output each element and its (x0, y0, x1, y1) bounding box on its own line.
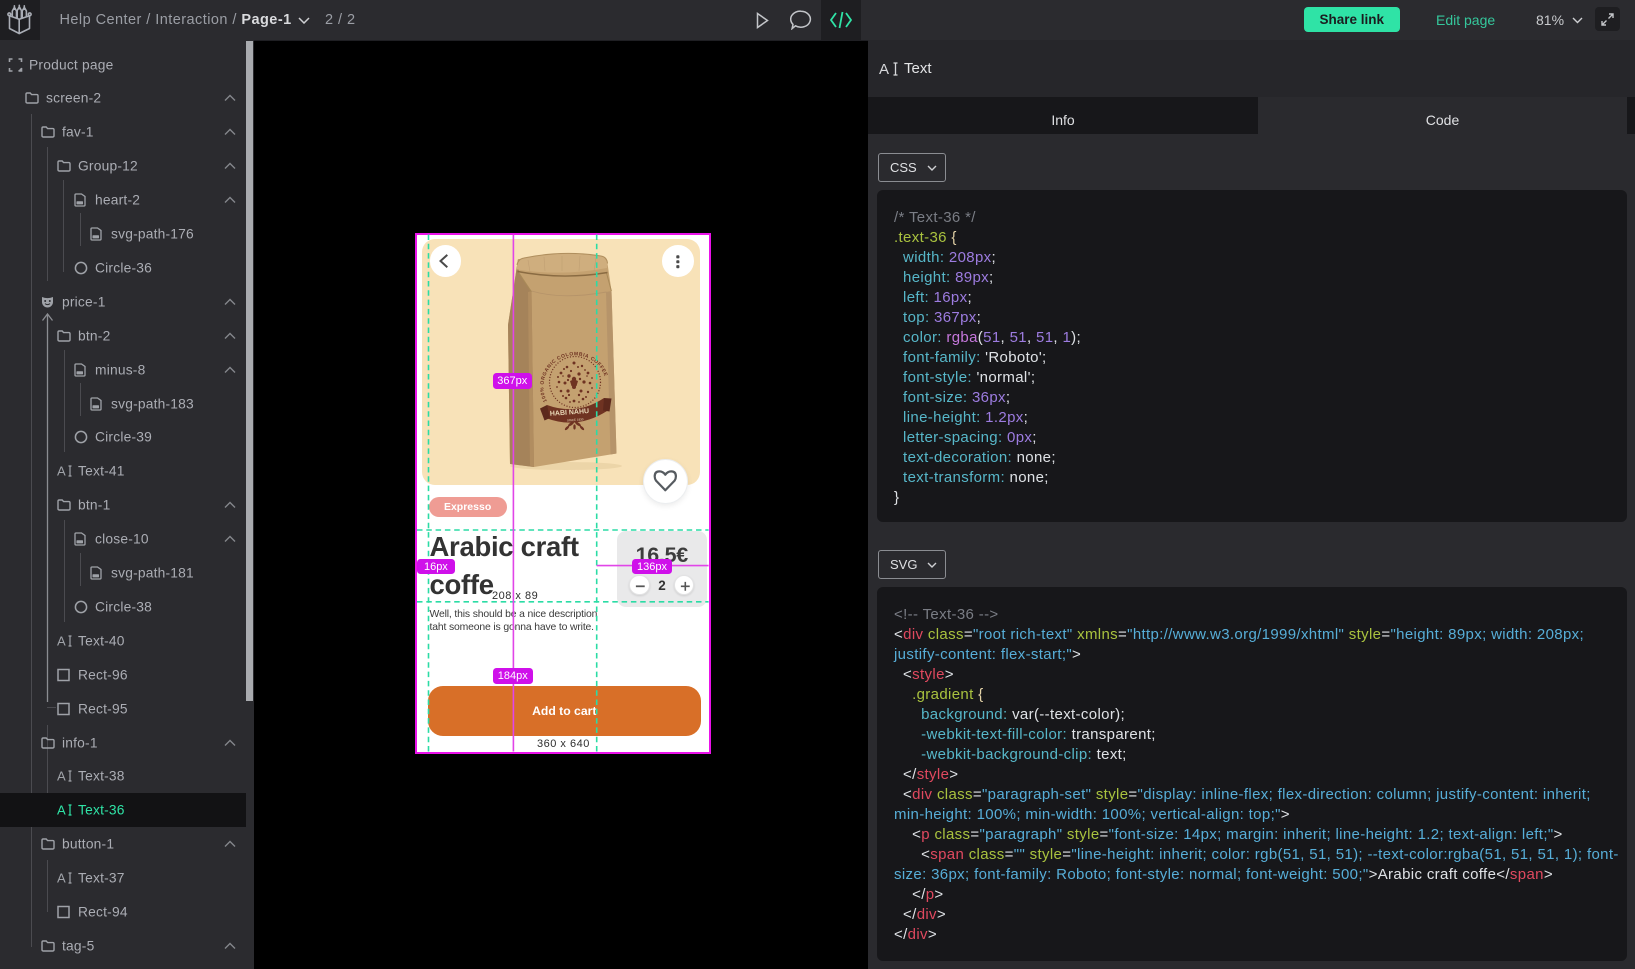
svg-text:A: A (57, 770, 66, 783)
svg-text:A: A (57, 634, 66, 647)
svg-text:A: A (57, 872, 66, 885)
svg-text:A: A (57, 804, 66, 817)
svg-text:A: A (57, 465, 66, 478)
svg-text:A: A (879, 61, 889, 77)
